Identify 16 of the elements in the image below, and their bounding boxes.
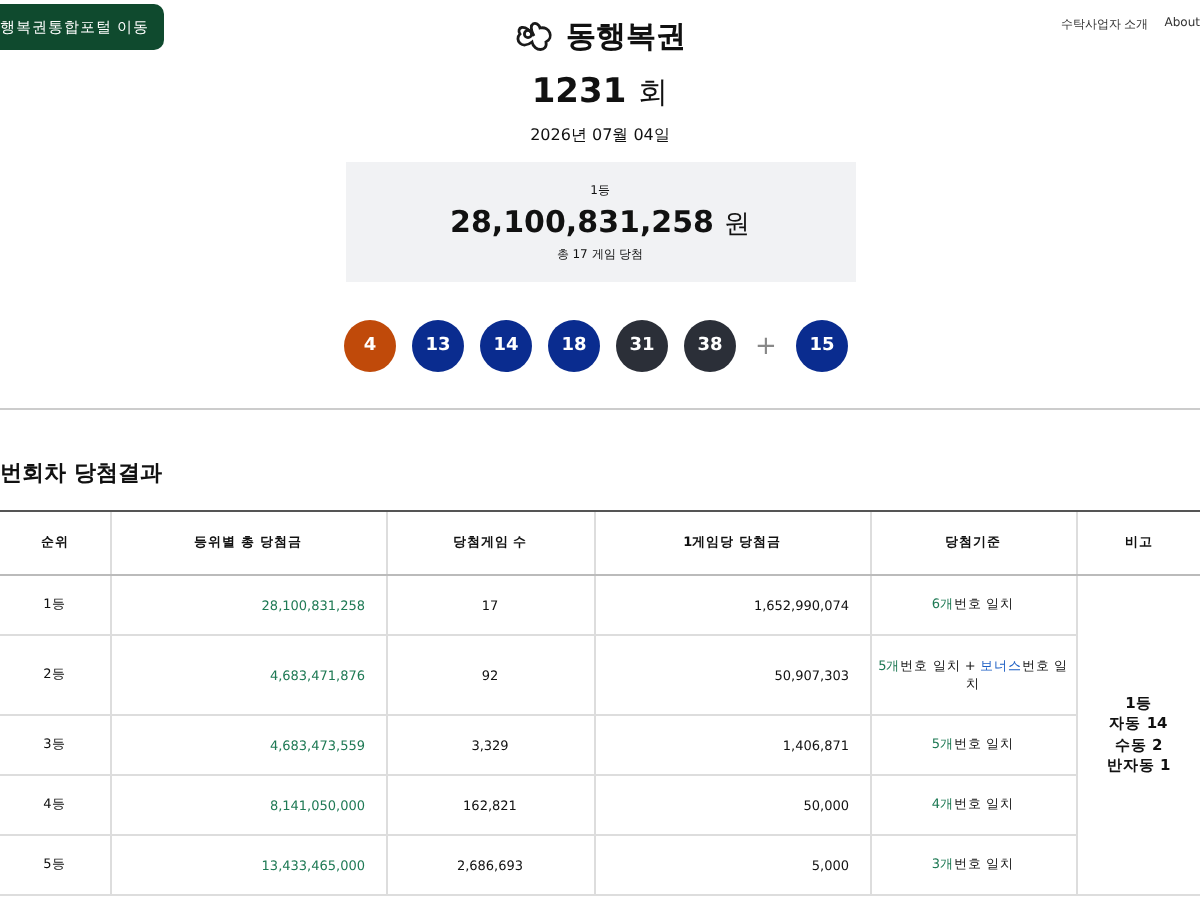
round-number: 1231 [531, 72, 627, 112]
number-ball: 31 [616, 320, 668, 372]
number-ball: 13 [412, 320, 464, 372]
number-ball: 14 [480, 320, 532, 372]
bonus-ball: 15 [796, 320, 848, 372]
number-ball: 38 [684, 320, 736, 372]
prize-amount: 28,100,831,258 [450, 203, 714, 239]
section-title: 번회차 당첨결과 [0, 458, 164, 486]
clover-logo-icon [514, 18, 554, 54]
logo-text: 동행복권 [566, 17, 686, 55]
number-ball: 18 [548, 320, 600, 372]
plus-sign: + [753, 331, 779, 361]
draw-date: 2026년 07월 04일 [528, 124, 672, 146]
round-unit: 회 [638, 74, 669, 112]
currency-unit: 원 [723, 207, 750, 241]
number-ball: 4 [344, 320, 396, 372]
